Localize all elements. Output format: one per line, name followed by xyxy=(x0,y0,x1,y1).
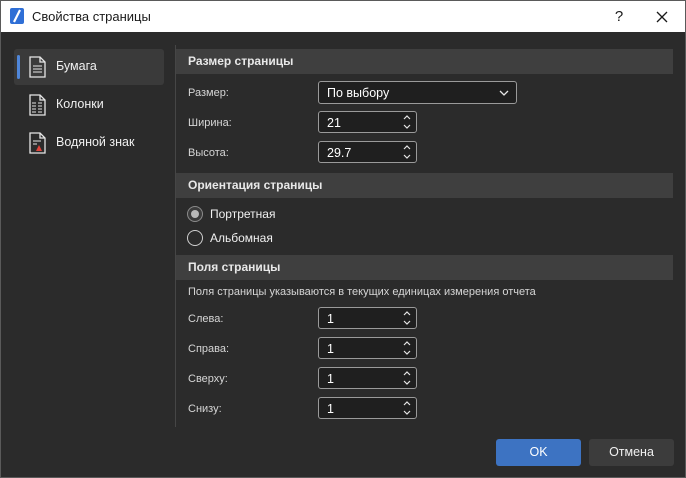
sidebar-item-watermark[interactable]: Водяной знак xyxy=(14,125,164,161)
sidebar-item-label: Колонки xyxy=(56,97,104,111)
section-heading: Поля страницы xyxy=(188,260,281,274)
sidebar-item-label: Бумага xyxy=(56,59,97,73)
height-label: Высота: xyxy=(188,147,229,159)
size-select-value: По выбору xyxy=(327,86,390,100)
height-stepper[interactable]: 29.7 xyxy=(318,141,417,163)
spin-arrows-icon[interactable] xyxy=(402,370,412,386)
sidebar-nav: Бумага Колонки Водяной знак xyxy=(14,49,164,163)
left-margin-value: 1 xyxy=(327,312,334,326)
top-margin-label: Сверху: xyxy=(188,373,228,385)
height-value: 29.7 xyxy=(327,146,352,160)
spin-arrows-icon[interactable] xyxy=(402,310,412,326)
section-orientation: Ориентация страницы xyxy=(176,173,673,198)
width-value: 21 xyxy=(327,116,341,130)
bottom-margin-value: 1 xyxy=(327,402,334,416)
spin-arrows-icon[interactable] xyxy=(402,144,412,160)
margins-note: Поля страницы указываются в текущих един… xyxy=(188,286,536,298)
portrait-radio[interactable]: Портретная xyxy=(187,206,337,224)
page-properties-dialog: Свойства страницы ? Бумага Колонки Водян… xyxy=(0,0,686,478)
left-margin-label: Слева: xyxy=(188,313,224,325)
size-select[interactable]: По выбору xyxy=(318,81,517,104)
bottom-margin-label: Снизу: xyxy=(188,403,222,415)
radio-unselected-icon xyxy=(187,230,203,246)
right-margin-stepper[interactable]: 1 xyxy=(318,337,417,359)
title-bar: Свойства страницы ? xyxy=(1,1,685,32)
columns-icon xyxy=(29,94,46,116)
width-stepper[interactable]: 21 xyxy=(318,111,417,133)
section-heading: Ориентация страницы xyxy=(188,178,323,192)
top-margin-stepper[interactable]: 1 xyxy=(318,367,417,389)
right-margin-label: Справа: xyxy=(188,343,230,355)
ok-button[interactable]: OK xyxy=(496,439,581,466)
top-margin-value: 1 xyxy=(327,372,334,386)
app-logo-icon xyxy=(10,8,24,24)
window-title: Свойства страницы xyxy=(32,9,151,24)
radio-selected-icon xyxy=(187,206,203,222)
left-margin-stepper[interactable]: 1 xyxy=(318,307,417,329)
section-heading: Размер страницы xyxy=(188,54,294,68)
landscape-label: Альбомная xyxy=(210,231,273,245)
landscape-radio[interactable]: Альбомная xyxy=(187,230,337,248)
cancel-button[interactable]: Отмена xyxy=(589,439,674,466)
chevron-down-icon xyxy=(499,90,509,96)
help-button[interactable]: ? xyxy=(609,7,629,27)
paper-icon xyxy=(29,56,46,78)
spin-arrows-icon[interactable] xyxy=(402,400,412,416)
bottom-margin-stepper[interactable]: 1 xyxy=(318,397,417,419)
portrait-label: Портретная xyxy=(210,207,276,221)
section-margins: Поля страницы xyxy=(176,255,673,280)
spin-arrows-icon[interactable] xyxy=(402,340,412,356)
sidebar-item-label: Водяной знак xyxy=(56,135,135,149)
section-page-size: Размер страницы xyxy=(176,49,673,74)
size-label: Размер: xyxy=(188,87,229,99)
close-icon[interactable] xyxy=(651,7,673,27)
right-margin-value: 1 xyxy=(327,342,334,356)
width-label: Ширина: xyxy=(188,117,232,129)
vertical-divider xyxy=(175,45,176,427)
sidebar-item-paper[interactable]: Бумага xyxy=(14,49,164,85)
watermark-icon xyxy=(29,132,46,154)
sidebar-item-columns[interactable]: Колонки xyxy=(14,87,164,123)
spin-arrows-icon[interactable] xyxy=(402,114,412,130)
